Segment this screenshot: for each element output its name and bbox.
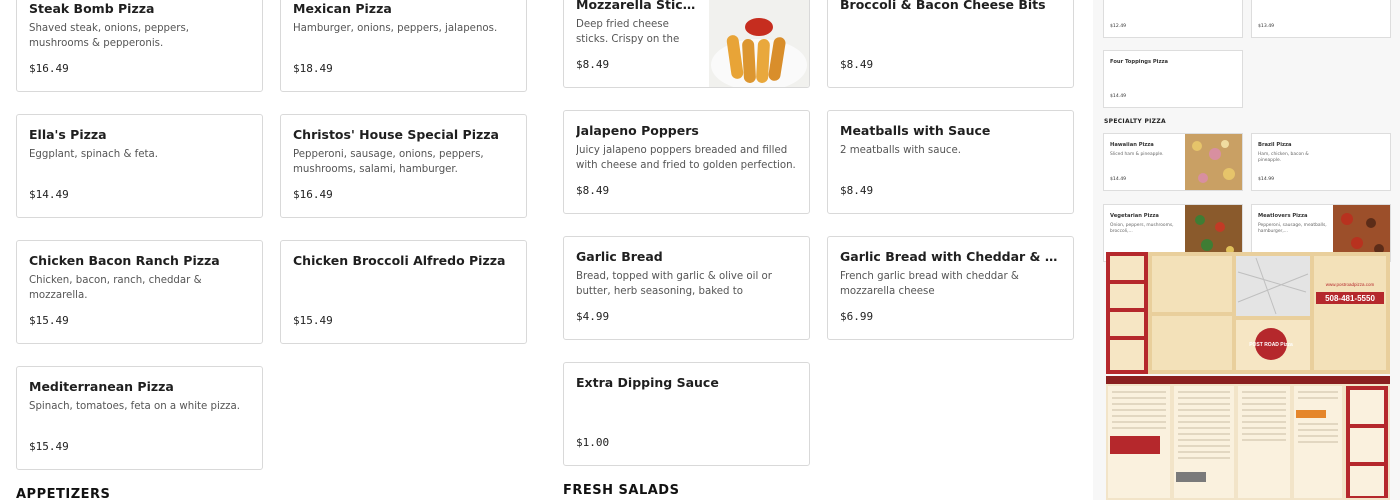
- mini-section-heading: SPECIALTY PIZZA: [1104, 118, 1166, 125]
- mini-menu-price: $14.49: [1110, 94, 1127, 99]
- menu-item-description: 2 meatballs with sauce.: [840, 145, 962, 156]
- flyer-phone-text: 508-481-5550: [1325, 294, 1375, 303]
- menu-item-name: Mediterranean Pizza: [29, 379, 174, 394]
- menu-item-card[interactable]: Meatballs with Sauce 2 meatballs with sa…: [827, 110, 1074, 214]
- menu-item-card[interactable]: Extra Dipping Sauce $1.00: [563, 362, 810, 466]
- mini-menu-card[interactable]: Four Toppings Pizza $14.49: [1103, 50, 1243, 108]
- menu-item-card[interactable]: Christos' House Special Pizza Pepperoni,…: [280, 114, 527, 218]
- mini-menu-name: Brazil Pizza: [1258, 142, 1292, 148]
- menu-item-card[interactable]: Jalapeno Poppers Juicy jalapeno poppers …: [563, 110, 810, 214]
- menu-item-price: $8.49: [576, 184, 610, 197]
- menu-preview-panel: $12.49 $13.49 Four Toppings Pizza $14.49…: [1093, 0, 1400, 500]
- menu-item-description: Bread, topped with garlic & olive oil or…: [576, 271, 772, 297]
- menu-item-price: $16.49: [293, 188, 333, 201]
- section-heading-fresh-salads: FRESH SALADS: [563, 483, 680, 498]
- menu-item-description: Shaved steak, onions, peppers, mushrooms…: [29, 23, 190, 49]
- mini-menu-price: $14.49: [1110, 177, 1127, 182]
- menu-item-name: Broccoli & Bacon Cheese Bits: [840, 0, 1046, 12]
- menu-item-card[interactable]: Steak Bomb Pizza Shaved steak, onions, p…: [16, 0, 263, 92]
- menu-item-description: Chicken, bacon, ranch, cheddar & mozzare…: [29, 275, 202, 301]
- mini-menu-price: $14.99: [1258, 177, 1275, 182]
- menu-item-price: $14.49: [29, 188, 69, 201]
- menu-item-price: $15.49: [293, 314, 333, 327]
- mini-menu-description: Pepperoni, sausage, meatballs, hamburger…: [1258, 223, 1327, 234]
- mini-menu-name: Four Toppings Pizza: [1110, 59, 1168, 65]
- mozzarella-sticks-image: [709, 0, 809, 87]
- mini-menu-price: $13.49: [1258, 24, 1275, 29]
- menu-item-name: Ella's Pizza: [29, 127, 107, 142]
- menu-item-card[interactable]: Chicken Bacon Ranch Pizza Chicken, bacon…: [16, 240, 263, 344]
- menu-item-price: $1.00: [576, 436, 610, 449]
- mini-menu-description: Onion, peppers, mushrooms, broccoli,...: [1110, 223, 1174, 234]
- menu-flyer-back-image[interactable]: [1106, 376, 1390, 500]
- menu-item-name: Chicken Broccoli Alfredo Pizza: [293, 253, 506, 268]
- menu-item-name: Meatballs with Sauce: [840, 123, 991, 138]
- menu-item-description: Pepperoni, sausage, onions, peppers, mus…: [293, 149, 484, 175]
- menu-item-name: Garlic Bread: [576, 249, 663, 264]
- menu-item-name: Jalapeno Poppers: [576, 123, 699, 138]
- menu-item-price: $15.49: [29, 314, 69, 327]
- menu-item-name: Mexican Pizza: [293, 1, 392, 16]
- menu-item-description: Hamburger, onions, peppers, jalapenos.: [293, 23, 498, 34]
- flyer-brand-text: POST ROAD Pizza: [1249, 342, 1293, 348]
- menu-item-price: $8.49: [840, 58, 874, 71]
- menu-item-card[interactable]: Mediterranean Pizza Spinach, tomatoes, f…: [16, 366, 263, 470]
- menu-item-name: Christos' House Special Pizza: [293, 127, 499, 142]
- mini-menu-description: Ham, chicken, bacon & pineapple.: [1258, 152, 1309, 163]
- menu-item-price: $18.49: [293, 62, 333, 75]
- menu-item-description: Eggplant, spinach & feta.: [29, 149, 158, 160]
- menu-item-card[interactable]: Garlic Bread with Cheddar & Mozzarella..…: [827, 236, 1074, 340]
- menu-item-price: $8.49: [840, 184, 874, 197]
- menu-item-card[interactable]: Chicken Broccoli Alfredo Pizza $15.49: [280, 240, 527, 344]
- menu-item-name: Mozzarella Sticks: [576, 0, 697, 12]
- menu-item-name: Steak Bomb Pizza: [29, 1, 155, 16]
- menu-item-card[interactable]: Mexican Pizza Hamburger, onions, peppers…: [280, 0, 527, 92]
- mini-menu-name: Vegetarian Pizza: [1110, 213, 1159, 219]
- menu-item-name: Chicken Bacon Ranch Pizza: [29, 253, 220, 268]
- mini-menu-card[interactable]: $12.49: [1103, 0, 1243, 38]
- menu-item-price: $6.99: [840, 310, 874, 323]
- mini-menu-name: Meatlovers Pizza: [1258, 213, 1308, 219]
- menu-item-card[interactable]: Mozzarella Sticks Deep fried cheese stic…: [563, 0, 810, 88]
- menu-flyer-front-image[interactable]: 508-481-5550 www.postroadpizza.com POST …: [1106, 252, 1390, 374]
- menu-item-description: French garlic bread with cheddar & mozza…: [840, 271, 1019, 297]
- hawaiian-pizza-image: [1185, 134, 1242, 190]
- menu-item-description: Deep fried cheese sticks. Crispy on the …: [576, 19, 680, 45]
- menu-item-card[interactable]: Broccoli & Bacon Cheese Bits $8.49: [827, 0, 1074, 88]
- mini-menu-description: Sliced ham & pineapple.: [1110, 152, 1164, 157]
- mini-menu-card[interactable]: Hawaiian Pizza Sliced ham & pineapple. $…: [1103, 133, 1243, 191]
- menu-item-name: Garlic Bread with Cheddar & Mozzarella..…: [840, 249, 1061, 264]
- menu-item-description: Juicy jalapeno poppers breaded and fille…: [576, 145, 796, 171]
- mini-menu-card[interactable]: Brazil Pizza Ham, chicken, bacon & pinea…: [1251, 133, 1391, 191]
- menu-item-card[interactable]: Garlic Bread Bread, topped with garlic &…: [563, 236, 810, 340]
- menu-item-price: $16.49: [29, 62, 69, 75]
- menu-item-name: Extra Dipping Sauce: [576, 375, 719, 390]
- menu-item-description: Spinach, tomatoes, feta on a white pizza…: [29, 401, 241, 412]
- mini-menu-name: Hawaiian Pizza: [1110, 142, 1154, 148]
- section-heading-appetizers: APPETIZERS: [16, 487, 111, 500]
- menu-item-price: $15.49: [29, 440, 69, 453]
- menu-item-price: $8.49: [576, 58, 610, 71]
- menu-item-price: $4.99: [576, 310, 610, 323]
- mini-menu-price: $12.49: [1110, 24, 1127, 29]
- mini-menu-card[interactable]: $13.49: [1251, 0, 1391, 38]
- menu-item-card[interactable]: Ella's Pizza Eggplant, spinach & feta. $…: [16, 114, 263, 218]
- flyer-site-text: www.postroadpizza.com: [1326, 282, 1375, 287]
